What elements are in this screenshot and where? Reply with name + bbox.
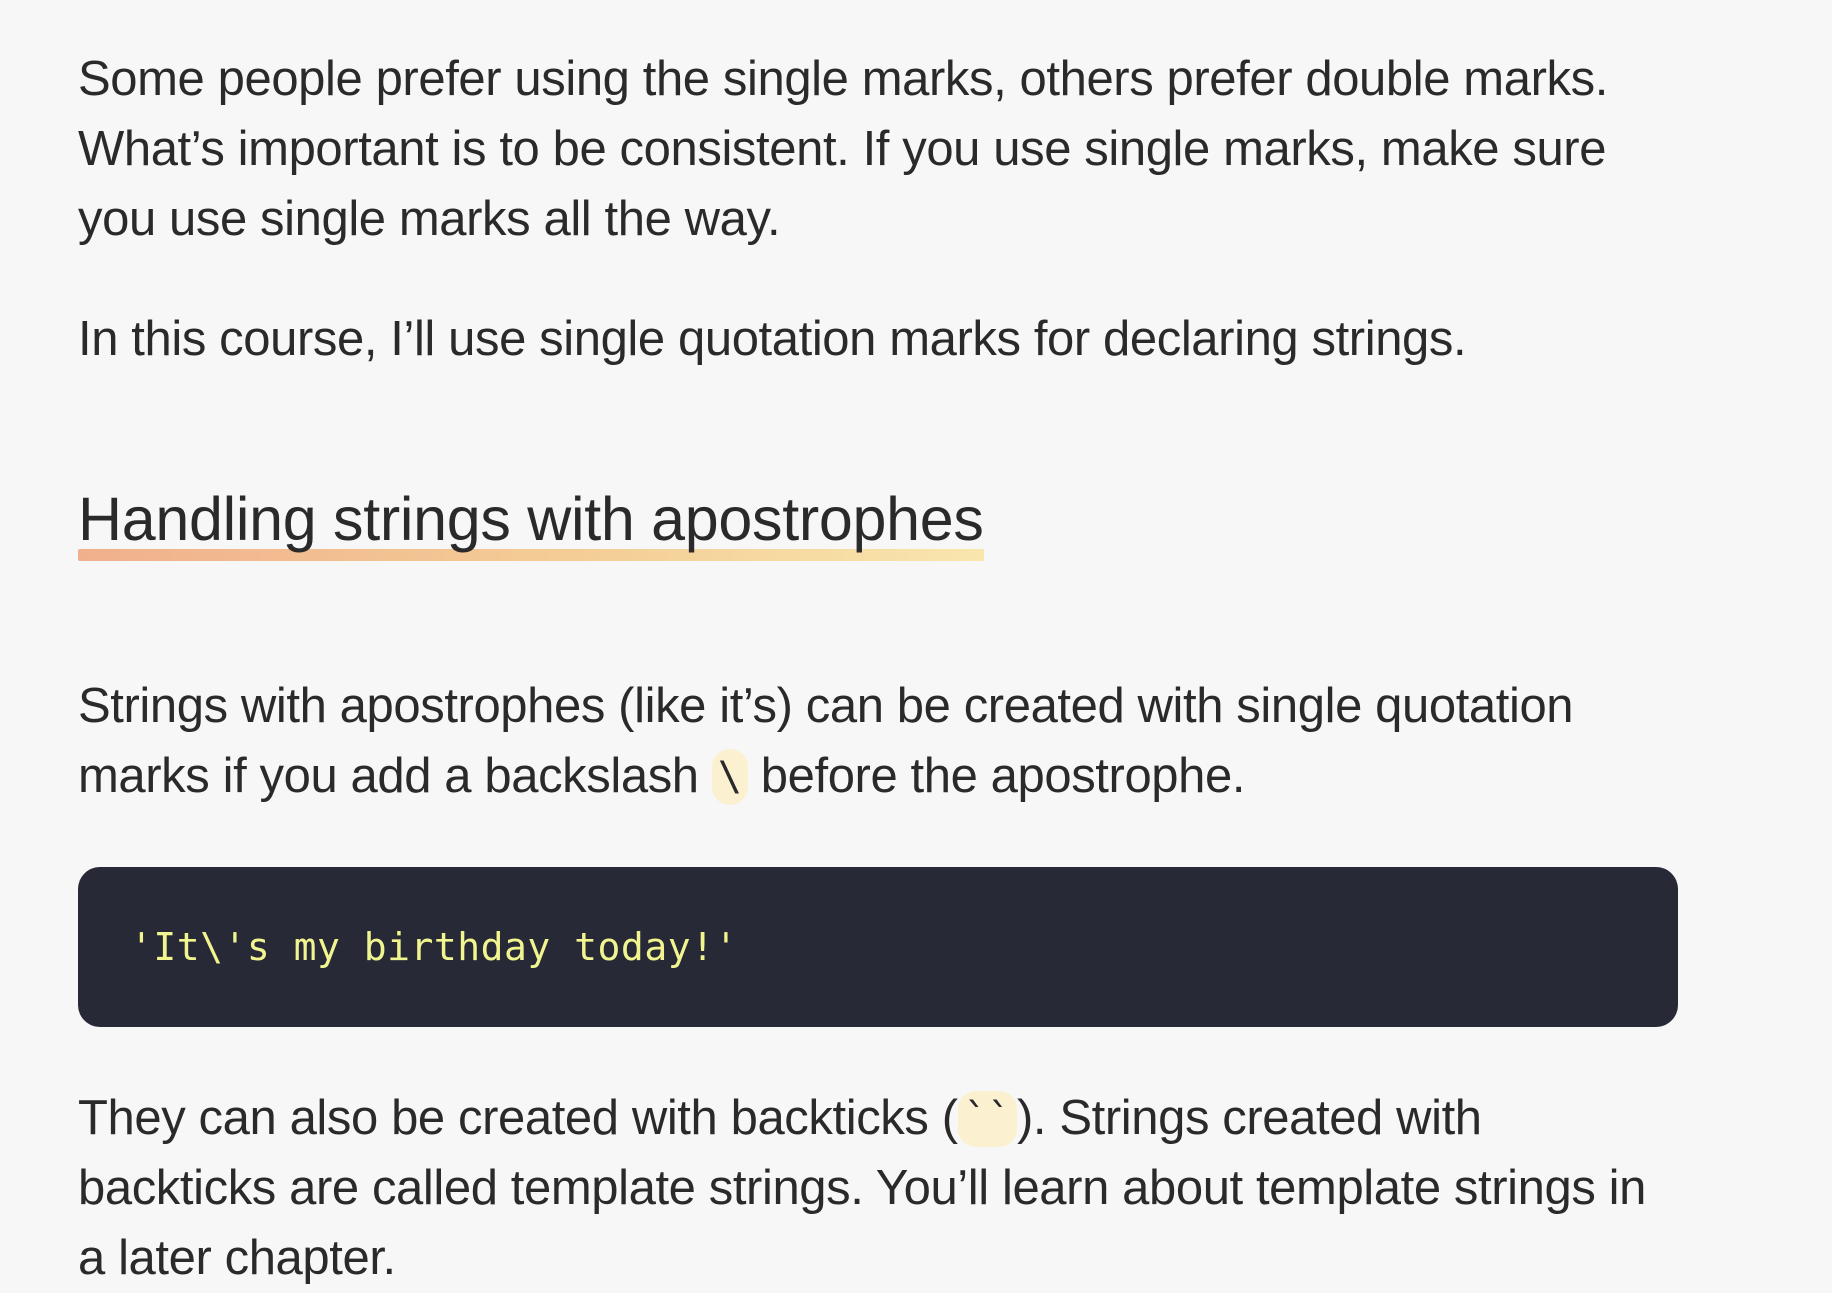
paragraph-course-choice: In this course, I’ll use single quotatio… bbox=[78, 312, 1467, 366]
paragraph-backticks-text-before: They can also be created with backticks … bbox=[78, 1090, 958, 1145]
section-heading: Handling strings with apostrophes bbox=[78, 485, 984, 561]
paragraph-backticks: They can also be created with backticks … bbox=[78, 1083, 1678, 1293]
code-block-content: 'It\'s my birthday today!' bbox=[130, 924, 738, 969]
inline-code-backticks: `` bbox=[957, 1090, 1017, 1147]
inline-code-backslash: \ bbox=[711, 748, 748, 805]
page: Some people prefer using the single mark… bbox=[0, 0, 1832, 1285]
code-block: 'It\'s my birthday today!' bbox=[78, 866, 1678, 1027]
article-content: Some people prefer using the single mark… bbox=[78, 44, 1678, 1293]
paragraph-apostrophes-text-after: before the apostrophe. bbox=[747, 748, 1246, 803]
paragraph-consistency: Some people prefer using the single mark… bbox=[78, 52, 1608, 246]
paragraph-apostrophes: Strings with apostrophes (like it’s) can… bbox=[78, 671, 1678, 811]
section-heading-text: Handling strings with apostrophes bbox=[78, 485, 984, 553]
